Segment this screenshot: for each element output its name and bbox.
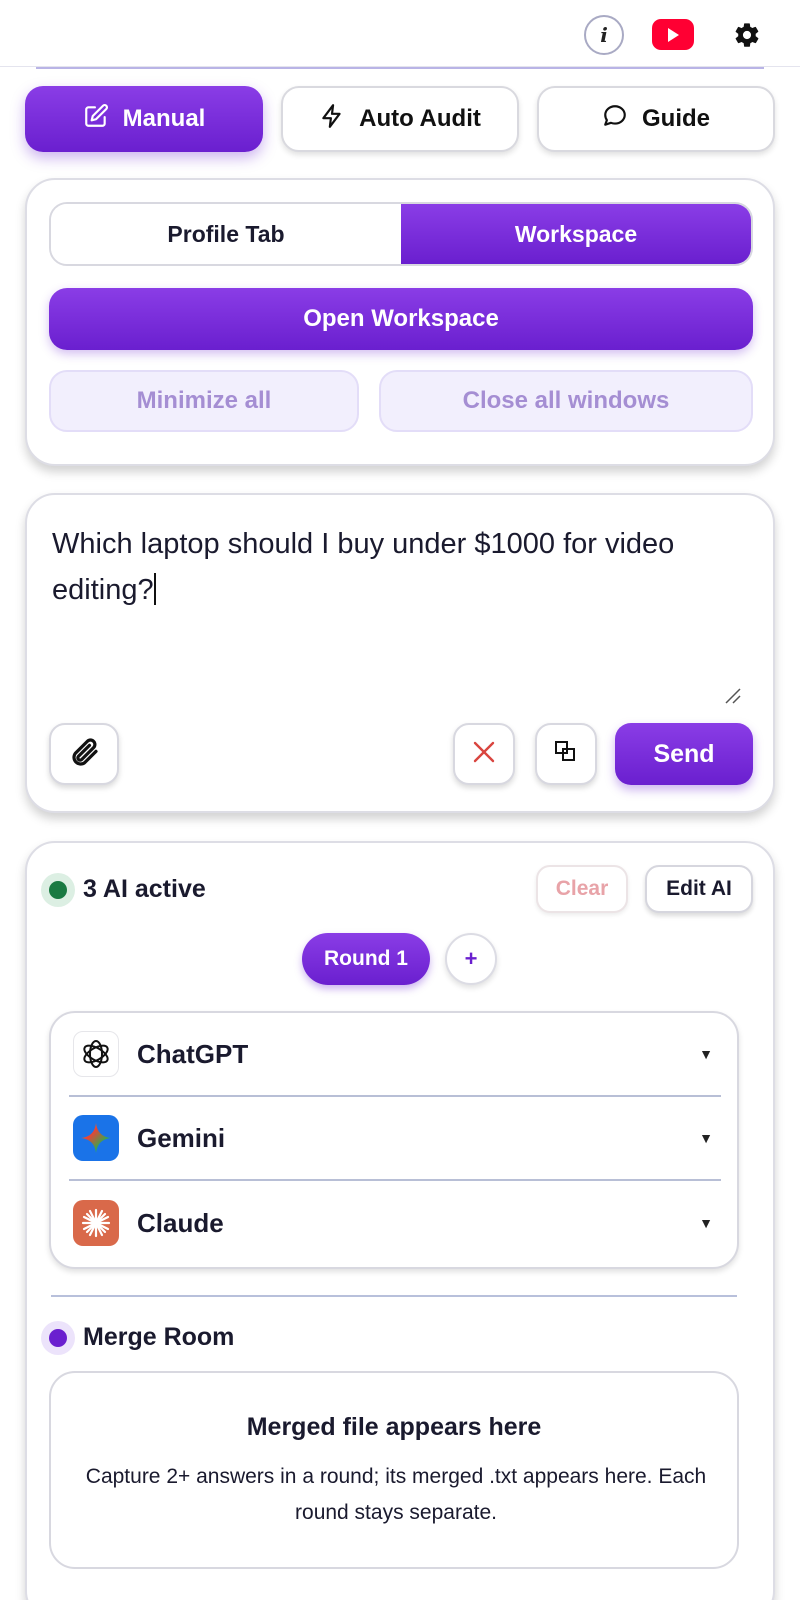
workspace-card: Profile Tab Workspace Open Workspace Min…: [25, 178, 775, 466]
paperclip-icon: [68, 736, 100, 773]
list-item[interactable]: ChatGPT ▼: [69, 1013, 721, 1097]
chatgpt-logo-icon: [73, 1031, 119, 1077]
divider: [36, 67, 764, 69]
auto-audit-mode-label: Auto Audit: [359, 105, 481, 132]
chevron-down-icon[interactable]: ▼: [699, 1130, 713, 1146]
edit-icon: [83, 103, 109, 136]
edit-ai-button[interactable]: Edit AI: [645, 865, 753, 913]
minimize-all-button[interactable]: Minimize all: [49, 370, 359, 432]
ai-model-name: Gemini: [137, 1122, 226, 1153]
text-caret: [153, 573, 156, 605]
merge-title: Merged file appears here: [246, 1413, 542, 1441]
ai-model-name: Claude: [137, 1207, 224, 1238]
send-button[interactable]: Send: [615, 723, 753, 785]
claude-logo-icon: [73, 1200, 119, 1246]
auto-audit-mode-button[interactable]: Auto Audit: [281, 86, 519, 152]
clear-button[interactable]: Clear: [536, 865, 628, 913]
list-item[interactable]: Gemini ▼: [69, 1097, 721, 1181]
tab-workspace[interactable]: Workspace: [401, 204, 751, 264]
merge-indicator: [41, 1321, 75, 1355]
overlap-squares-icon: [554, 740, 578, 769]
resize-handle-icon[interactable]: [722, 685, 742, 705]
attach-button[interactable]: [49, 723, 119, 785]
ai-panel-card: 3 AI active Clear Edit AI Round 1 + Chat…: [25, 841, 775, 1600]
divider: [51, 1295, 737, 1297]
chevron-down-icon[interactable]: ▼: [699, 1046, 713, 1062]
prompt-card: Which laptop should I buy under $1000 fo…: [25, 493, 775, 813]
clear-prompt-button[interactable]: [453, 723, 515, 785]
ai-model-name: ChatGPT: [137, 1038, 249, 1069]
info-icon[interactable]: i: [584, 15, 624, 55]
manual-mode-button[interactable]: Manual: [25, 86, 263, 152]
pop-out-button[interactable]: [535, 723, 597, 785]
guide-mode-label: Guide: [641, 105, 710, 132]
tab-round-1[interactable]: Round 1: [302, 933, 430, 985]
ai-active-status: 3 AI active: [83, 875, 206, 903]
lightning-icon: [319, 103, 345, 136]
gear-icon[interactable]: [731, 19, 763, 51]
open-workspace-button[interactable]: Open Workspace: [49, 288, 753, 350]
chat-bubble-icon: [602, 103, 628, 136]
close-icon: [472, 740, 496, 769]
merge-description: Capture 2+ answers in a round; its merge…: [85, 1465, 707, 1524]
list-item[interactable]: Claude ▼: [69, 1181, 721, 1265]
guide-mode-button[interactable]: Guide: [537, 86, 775, 152]
add-round-button[interactable]: +: [445, 933, 497, 985]
close-all-windows-button[interactable]: Close all windows: [379, 370, 753, 432]
merge-room-panel: Merged file appears here Capture 2+ answ…: [49, 1371, 739, 1569]
tab-profile[interactable]: Profile Tab: [51, 204, 401, 264]
workspace-tab-switch: Profile Tab Workspace: [49, 202, 753, 266]
prompt-input[interactable]: Which laptop should I buy under $1000 fo…: [52, 521, 732, 613]
top-bar: i: [0, 0, 800, 68]
chevron-down-icon[interactable]: ▼: [699, 1215, 713, 1231]
prompt-text: Which laptop should I buy under $1000 fo…: [52, 528, 675, 606]
ai-model-list: ChatGPT ▼ Gemini ▼ Claude ▼: [49, 1011, 739, 1269]
merge-room-label: Merge Room: [83, 1323, 235, 1351]
gemini-logo-icon: [73, 1115, 119, 1161]
status-indicator: [41, 873, 75, 907]
youtube-icon[interactable]: [652, 19, 694, 50]
manual-mode-label: Manual: [122, 105, 206, 132]
